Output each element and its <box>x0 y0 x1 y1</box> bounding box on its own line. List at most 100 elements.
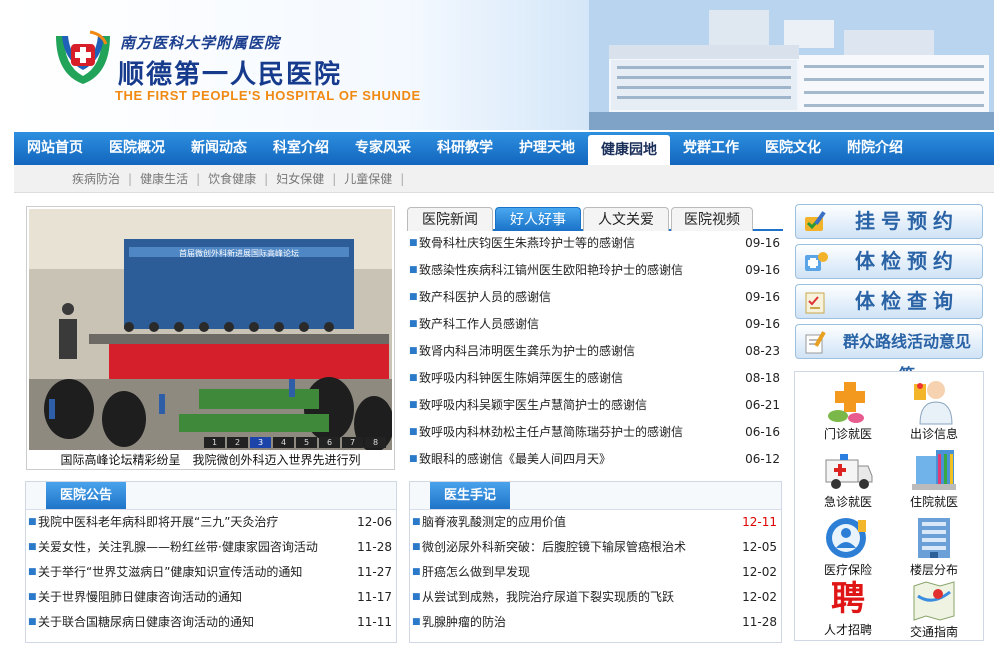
news-tab-3[interactable]: 医院视频 <box>671 207 753 231</box>
doctor-schedule-icon <box>914 381 953 425</box>
news-list: ■ 致骨科杜庆钧医生朱燕玲护士等的感谢信 09-16 ■ 致感染性疾病科江镐州医生欧阳艳… <box>407 231 783 474</box>
checkup-appointment-button[interactable]: 体检预约 <box>795 244 983 279</box>
bullet-icon: ■ <box>409 373 418 383</box>
item-title[interactable]: 关爱女性，关注乳腺——粉红丝带·健康家园咨询活动 <box>38 535 318 560</box>
nav-item-4[interactable]: 专家风采 <box>342 132 424 165</box>
list-item[interactable]: ■ 从尝试到成熟，我院治疗尿道下裂实现质的飞跃 12-02 <box>410 585 781 610</box>
slideshow-page-4[interactable]: 4 <box>273 437 294 448</box>
nav-item-0[interactable]: 网站首页 <box>14 132 96 165</box>
item-date: 11-28 <box>742 615 777 629</box>
news-item[interactable]: ■ 致呼吸内科林劲松主任卢慧简陈瑞芬护士的感谢信 06-16 <box>407 420 783 447</box>
slideshow-photo[interactable]: 首届微创外科新进展国际高峰论坛 12345678 <box>29 209 392 450</box>
list-item[interactable]: ■ 关于世界慢阻肺日健康咨询活动的通知 11-17 <box>26 585 396 610</box>
list-item[interactable]: ■ 关于举行“世界艾滋病日”健康知识宣传活动的通知 11-27 <box>26 560 396 585</box>
item-date: 12-05 <box>742 540 777 554</box>
checkup-query-button[interactable]: 体检查询 <box>795 284 983 319</box>
news-item[interactable]: ■ 致呼吸内科吴颖宇医生卢慧简护士的感谢信 06-21 <box>407 393 783 420</box>
item-title[interactable]: 从尝试到成熟，我院治疗尿道下裂实现质的飞跃 <box>422 585 674 610</box>
feedback-box-button[interactable]: 群众路线活动意见箱 <box>795 324 983 384</box>
nav-item-9[interactable]: 医院文化 <box>752 132 834 165</box>
item-date: 12-02 <box>742 565 777 579</box>
item-title[interactable]: 微创泌尿外科新突破：后腹腔镜下输尿管癌根治术 <box>422 535 686 560</box>
list-item[interactable]: ■ 脑脊液乳酸测定的应用价值 12-11 <box>410 510 781 535</box>
service-doctor-schedule[interactable]: 出诊信息 <box>889 378 979 444</box>
service-traffic-guide[interactable]: 交通指南 <box>889 576 979 642</box>
item-title[interactable]: 关于世界慢阻肺日健康咨询活动的通知 <box>38 585 242 610</box>
nav-item-6[interactable]: 护理天地 <box>506 132 588 165</box>
nav-item-7[interactable]: 健康园地 <box>588 135 670 165</box>
news-tabs: 医院新闻 好人好事 人文关爱 医院视频 <box>407 204 783 231</box>
news-item[interactable]: ■ 致肾内科吕沛明医生龚乐为护士的感谢信 08-23 <box>407 339 783 366</box>
news-item[interactable]: ■ 致感染性疾病科江镐州医生欧阳艳玲护士的感谢信 09-16 <box>407 258 783 285</box>
subnav-item-0[interactable]: 疾病防治 <box>64 172 128 186</box>
checkup-query-label: 体检查询 <box>855 289 959 313</box>
nav-item-10[interactable]: 附院介绍 <box>834 132 916 165</box>
announcements-header: 医院公告 <box>26 482 396 510</box>
item-title[interactable]: 乳腺肿瘤的防治 <box>422 610 506 635</box>
service-recruitment[interactable]: 聘 人才招聘 <box>803 576 893 642</box>
news-item[interactable]: ■ 致呼吸内科钟医生陈娟萍医生的感谢信 08-18 <box>407 366 783 393</box>
service-floor-guide[interactable]: 楼层分布 <box>889 514 979 580</box>
list-item[interactable]: ■ 关爱女性，关注乳腺——粉红丝带·健康家园咨询活动 11-28 <box>26 535 396 560</box>
nav-item-2[interactable]: 新闻动态 <box>178 132 260 165</box>
announcements-title[interactable]: 医院公告 <box>46 482 127 509</box>
list-item[interactable]: ■ 我院中医科老年病科即将开展“三九”天灸治疗 12-06 <box>26 510 396 535</box>
news-item[interactable]: ■ 致产科医护人员的感谢信 09-16 <box>407 285 783 312</box>
item-title[interactable]: 关于举行“世界艾滋病日”健康知识宣传活动的通知 <box>38 560 302 585</box>
sub-nav: 疾病防治 | 健康生活 | 饮食健康 | 妇女保健 | 儿童保健 | <box>14 165 994 193</box>
nav-item-3[interactable]: 科室介绍 <box>260 132 342 165</box>
nav-item-8[interactable]: 党群工作 <box>670 132 752 165</box>
slideshow-page-7[interactable]: 7 <box>342 437 363 448</box>
item-title[interactable]: 致骨科杜庆钧医生朱燕玲护士等的感谢信 <box>419 231 635 256</box>
item-title[interactable]: 致感染性疾病科江镐州医生欧阳艳玲护士的感谢信 <box>419 258 683 283</box>
news-item[interactable]: ■ 致骨科杜庆钧医生朱燕玲护士等的感谢信 09-16 <box>407 231 783 258</box>
item-title[interactable]: 我院中医科老年病科即将开展“三九”天灸治疗 <box>38 510 278 535</box>
list-item[interactable]: ■ 微创泌尿外科新突破：后腹腔镜下输尿管癌根治术 12-05 <box>410 535 781 560</box>
slideshow-page-8[interactable]: 8 <box>365 437 386 448</box>
item-title[interactable]: 致产科工作人员感谢信 <box>419 312 539 337</box>
registration-appointment-button[interactable]: 挂号预约 <box>795 204 983 239</box>
checklist-icon <box>805 292 825 314</box>
slideshow-page-2[interactable]: 2 <box>227 437 248 448</box>
subnav-item-3[interactable]: 妇女保健 <box>268 172 332 186</box>
bullet-icon: ■ <box>409 319 418 329</box>
item-date: 09-16 <box>745 263 780 277</box>
item-title[interactable]: 脑脊液乳酸测定的应用价值 <box>422 510 566 535</box>
slideshow-page-3[interactable]: 3 <box>250 437 271 448</box>
news-slideshow[interactable]: 首届微创外科新进展国际高峰论坛 12345678 国际高峰论坛精彩纷呈 我院微创… <box>26 206 395 470</box>
news-tab-2[interactable]: 人文关爱 <box>583 207 669 231</box>
item-title[interactable]: 关于联合国糖尿病日健康咨询活动的通知 <box>38 610 254 635</box>
subnav-item-2[interactable]: 饮食健康 <box>200 172 264 186</box>
list-item[interactable]: ■ 关于联合国糖尿病日健康咨询活动的通知 11-11 <box>26 610 396 635</box>
nav-item-1[interactable]: 医院概况 <box>96 132 178 165</box>
service-outpatient-label: 门诊就医 <box>823 427 872 441</box>
news-tab-0[interactable]: 医院新闻 <box>407 207 493 231</box>
item-date: 09-16 <box>745 236 780 250</box>
list-item[interactable]: ■ 乳腺肿瘤的防治 11-28 <box>410 610 781 635</box>
bullet-icon: ■ <box>409 292 418 302</box>
slideshow-page-1[interactable]: 1 <box>204 437 225 448</box>
item-title[interactable]: 致呼吸内科钟医生陈娟萍医生的感谢信 <box>419 366 623 391</box>
item-title[interactable]: 肝癌怎么做到早发现 <box>422 560 530 585</box>
item-title[interactable]: 致呼吸内科吴颖宇医生卢慧简护士的感谢信 <box>419 393 647 418</box>
item-title[interactable]: 致肾内科吕沛明医生龚乐为护士的感谢信 <box>419 339 635 364</box>
slideshow-page-6[interactable]: 6 <box>319 437 340 448</box>
service-emergency[interactable]: 急诊就医 <box>803 446 893 512</box>
item-title[interactable]: 致呼吸内科林劲松主任卢慧简陈瑞芬护士的感谢信 <box>419 420 683 445</box>
service-inpatient[interactable]: 住院就医 <box>889 446 979 512</box>
item-title[interactable]: 致产科医护人员的感谢信 <box>419 285 551 310</box>
slideshow-page-5[interactable]: 5 <box>296 437 317 448</box>
service-outpatient[interactable]: 门诊就医 <box>803 378 893 444</box>
subnav-item-4[interactable]: 儿童保健 <box>336 172 400 186</box>
item-title[interactable]: 致眼科的感谢信《最美人间四月天》 <box>419 447 611 472</box>
news-tab-1[interactable]: 好人好事 <box>495 207 581 231</box>
doctor-notes-title[interactable]: 医生手记 <box>430 482 511 509</box>
news-item[interactable]: ■ 致产科工作人员感谢信 09-16 <box>407 312 783 339</box>
list-item[interactable]: ■ 肝癌怎么做到早发现 12-02 <box>410 560 781 585</box>
bullet-icon: ■ <box>412 567 421 577</box>
slideshow-caption[interactable]: 国际高峰论坛精彩纷呈 我院微创外科迈入世界先进行列 <box>27 450 394 470</box>
nav-item-5[interactable]: 科研教学 <box>424 132 506 165</box>
news-item[interactable]: ■ 致眼科的感谢信《最美人间四月天》 06-12 <box>407 447 783 474</box>
service-insurance[interactable]: 医疗保险 <box>803 514 893 580</box>
subnav-item-1[interactable]: 健康生活 <box>132 172 196 186</box>
